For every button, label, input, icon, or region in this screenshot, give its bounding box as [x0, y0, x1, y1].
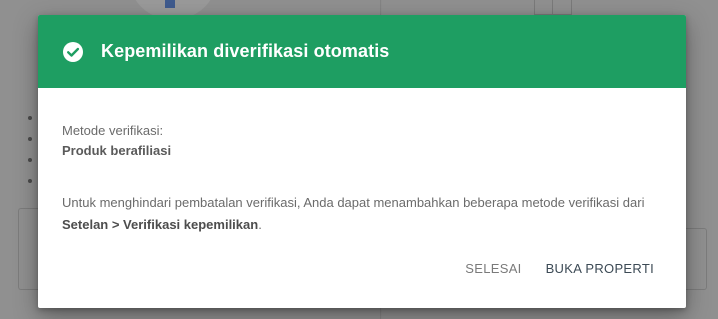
verification-info-text: Untuk menghindari pembatalan verifikasi,…	[62, 192, 668, 236]
dialog-body: Metode verifikasi: Produk berafiliasi Un…	[38, 88, 686, 236]
background-box	[18, 208, 39, 290]
verification-method-label: Metode verifikasi:	[62, 123, 164, 138]
open-property-button[interactable]: BUKA PROPERTI	[546, 255, 654, 282]
dialog-actions: SELESAI BUKA PROPERTI	[465, 255, 654, 282]
background-box	[686, 228, 707, 290]
ownership-verified-dialog: Kepemilikan diverifikasi otomatis Metode…	[38, 15, 686, 308]
background-tree-diagram	[534, 0, 572, 26]
info-text-suffix: .	[258, 217, 262, 232]
background-illustration-marker	[165, 0, 175, 8]
settings-path-text: Setelan > Verifikasi kepemilikan	[62, 217, 259, 232]
info-text-prefix: Untuk menghindari pembatalan verifikasi,…	[62, 195, 645, 210]
dialog-header: Kepemilikan diverifikasi otomatis	[38, 15, 686, 88]
dialog-title: Kepemilikan diverifikasi otomatis	[101, 41, 390, 61]
done-button[interactable]: SELESAI	[465, 255, 521, 282]
verification-method-value: Produk berafiliasi	[62, 143, 172, 158]
check-circle-icon	[62, 41, 84, 63]
